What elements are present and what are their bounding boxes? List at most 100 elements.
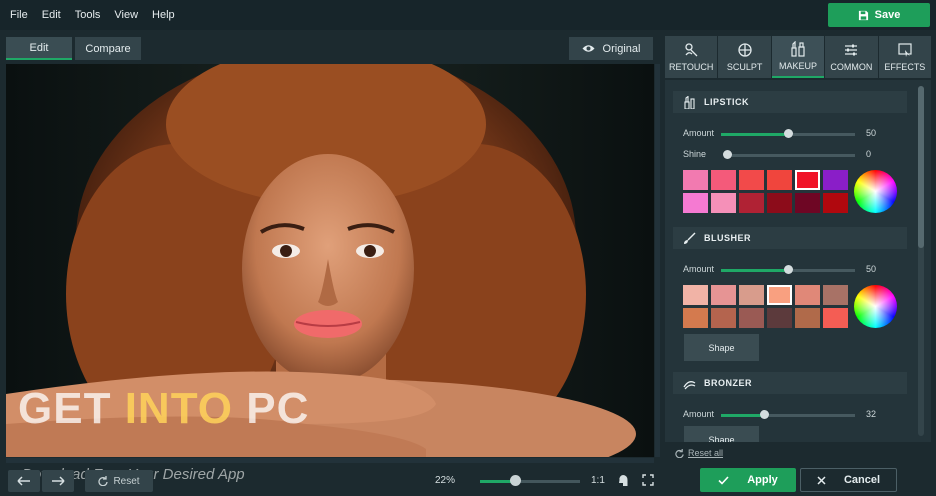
watermark-get: GET xyxy=(18,384,125,433)
original-label: Original xyxy=(602,42,641,55)
fullscreen-icon[interactable] xyxy=(642,474,654,486)
lipstick-shine-track[interactable] xyxy=(723,150,855,159)
blusher-swatch[interactable] xyxy=(711,308,736,328)
color-wheel-highlight xyxy=(854,170,897,213)
lipstick-amount-fill xyxy=(721,133,788,136)
menu-file[interactable]: File xyxy=(10,9,28,21)
head-icon[interactable] xyxy=(617,474,629,487)
retouch-icon xyxy=(685,43,698,57)
lipstick-color-wheel[interactable] xyxy=(854,170,897,213)
tab-effects[interactable]: EFFECTS xyxy=(878,36,932,78)
tab-makeup[interactable]: MAKEUP xyxy=(771,36,825,78)
blusher-section-header[interactable]: BLUSHER xyxy=(673,227,907,249)
watermark-into: INTO xyxy=(124,384,233,433)
undo-button[interactable] xyxy=(8,470,40,492)
lipstick-swatch[interactable] xyxy=(795,193,820,213)
app-window: File Edit Tools View Help Save Edit Comp… xyxy=(0,0,936,496)
checkmark-icon xyxy=(718,475,729,485)
tab-retouch[interactable]: RETOUCH xyxy=(665,36,718,78)
zoom-slider-thumb[interactable] xyxy=(510,475,521,486)
bronzer-amount-fill xyxy=(721,414,764,417)
reset-all-link[interactable]: Reset all xyxy=(675,448,723,458)
lipstick-swatch[interactable] xyxy=(711,170,736,190)
lipstick-amount-slider[interactable]: Amount 50 xyxy=(683,127,883,141)
canvas-vertical-scrollbar[interactable] xyxy=(655,64,660,457)
edit-tab[interactable]: Edit xyxy=(6,37,72,60)
reset-all-label: Reset all xyxy=(688,448,724,458)
close-icon xyxy=(817,475,826,485)
watermark-pc: PC xyxy=(233,384,310,433)
blusher-swatch[interactable] xyxy=(767,285,792,305)
tab-retouch-label: RETOUCH xyxy=(669,62,714,72)
panel-scrollbar-thumb[interactable] xyxy=(918,86,924,248)
cancel-button[interactable]: Cancel xyxy=(800,468,897,492)
lipstick-shine-value: 0 xyxy=(866,149,872,159)
lipstick-amount-track[interactable] xyxy=(721,129,855,138)
menu-tools[interactable]: Tools xyxy=(75,9,101,21)
apply-button[interactable]: Apply xyxy=(700,468,796,492)
bronzer-amount-track[interactable] xyxy=(721,410,855,419)
bronzer-amount-slider[interactable]: Amount 32 xyxy=(683,408,883,422)
brush-icon xyxy=(684,232,696,244)
blusher-swatch[interactable] xyxy=(823,285,848,305)
tab-common[interactable]: COMMON xyxy=(825,36,878,78)
blusher-swatch[interactable] xyxy=(739,285,764,305)
bronzer-amount-thumb[interactable] xyxy=(759,410,769,419)
tab-sculpt[interactable]: SCULPT xyxy=(718,36,771,78)
bronzer-shape-button[interactable]: Shape xyxy=(684,426,759,442)
lipstick-swatch[interactable] xyxy=(683,193,708,213)
reset-button[interactable]: Reset xyxy=(85,470,153,492)
bronzer-icon xyxy=(683,380,696,389)
blusher-swatch[interactable] xyxy=(683,308,708,328)
zoom-one-to-one-button[interactable]: 1:1 xyxy=(591,475,605,486)
menu-edit[interactable]: Edit xyxy=(42,9,61,21)
watermark-text: GET INTO PC xyxy=(18,384,309,434)
save-label: Save xyxy=(874,9,901,21)
floppy-disk-icon xyxy=(858,10,868,20)
lipstick-swatch[interactable] xyxy=(683,170,708,190)
blusher-swatch[interactable] xyxy=(767,308,792,328)
lipstick-swatch[interactable] xyxy=(739,170,764,190)
canvas-horizontal-scrollbar[interactable] xyxy=(6,458,654,463)
lipstick-shine-thumb[interactable] xyxy=(723,150,732,159)
bronzer-amount-label: Amount xyxy=(683,409,715,419)
lipstick-shine-slider[interactable]: Shine 0 xyxy=(683,148,883,162)
compare-tab[interactable]: Compare xyxy=(75,37,141,60)
original-button[interactable]: Original xyxy=(569,37,653,60)
lipstick-swatch[interactable] xyxy=(823,193,848,213)
blusher-color-wheel[interactable] xyxy=(854,285,897,328)
lipstick-section-header[interactable]: LIPSTICK xyxy=(673,91,907,113)
blusher-amount-track[interactable] xyxy=(721,265,855,274)
tab-common-label: COMMON xyxy=(830,62,873,72)
menu-bar: File Edit Tools View Help Save xyxy=(0,0,936,30)
menu-view[interactable]: View xyxy=(114,9,138,21)
lipstick-swatch[interactable] xyxy=(823,170,848,190)
reset-icon xyxy=(675,448,684,458)
zoom-slider[interactable] xyxy=(480,475,580,486)
blusher-swatch[interactable] xyxy=(795,308,820,328)
lipstick-swatch[interactable] xyxy=(767,170,792,190)
redo-button[interactable] xyxy=(42,470,74,492)
lipstick-icon xyxy=(684,95,695,109)
color-wheel-highlight xyxy=(854,285,897,328)
undo-icon xyxy=(17,476,30,486)
blusher-amount-thumb[interactable] xyxy=(784,265,793,274)
tab-effects-label: EFFECTS xyxy=(884,62,926,72)
lipstick-swatch[interactable] xyxy=(739,193,764,213)
blusher-swatch[interactable] xyxy=(683,285,708,305)
blusher-swatch[interactable] xyxy=(795,285,820,305)
lipstick-swatch[interactable] xyxy=(767,193,792,213)
lipstick-swatch[interactable] xyxy=(711,193,736,213)
blusher-swatch[interactable] xyxy=(739,308,764,328)
lipstick-amount-thumb[interactable] xyxy=(784,129,793,138)
save-button[interactable]: Save xyxy=(828,3,930,27)
bronzer-section-header[interactable]: BRONZER xyxy=(673,372,907,394)
blusher-shape-button[interactable]: Shape xyxy=(684,334,759,361)
blusher-swatch[interactable] xyxy=(823,308,848,328)
tool-tabs: RETOUCH SCULPT MAKEUP COMMON EFFECTS xyxy=(665,36,932,78)
blusher-swatch[interactable] xyxy=(711,285,736,305)
blusher-amount-slider[interactable]: Amount 50 xyxy=(683,263,883,277)
menu-help[interactable]: Help xyxy=(152,9,175,21)
reset-icon xyxy=(98,476,109,486)
lipstick-swatch[interactable] xyxy=(795,170,820,190)
